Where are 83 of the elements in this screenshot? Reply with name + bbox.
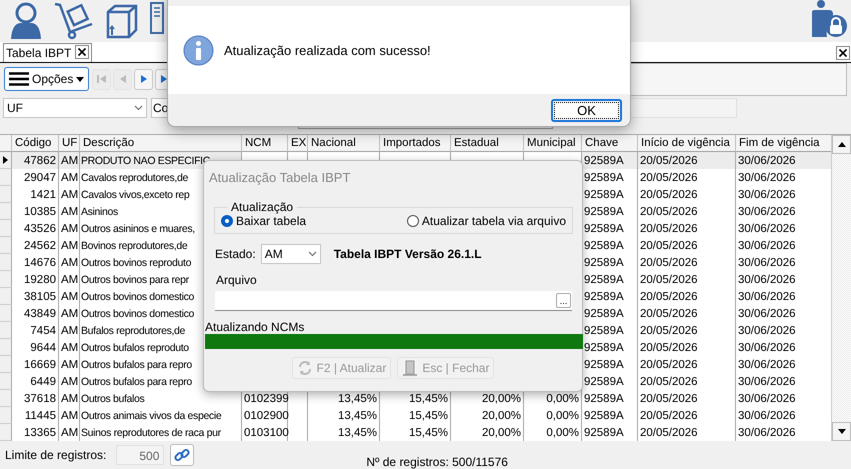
table-cell: 20/05/2026 xyxy=(638,356,736,374)
record-count: Nº de registros: 500/11576 xyxy=(366,455,508,469)
table-cell: 20/05/2026 xyxy=(638,373,736,390)
table-cell: AM xyxy=(59,169,80,186)
table-cell: 20/05/2026 xyxy=(638,322,736,340)
table-cell: 0102900 xyxy=(242,407,288,424)
state-select[interactable]: AM xyxy=(260,244,321,264)
column-header[interactable]: Importados xyxy=(380,135,451,152)
table-cell: 92589A xyxy=(582,169,638,186)
uf-select[interactable]: UF xyxy=(3,98,147,118)
column-header[interactable]: NCM xyxy=(242,135,288,152)
table-cell: 20/05/2026 xyxy=(638,390,736,408)
table-cell: 20/05/2026 xyxy=(638,288,736,306)
ok-button[interactable]: OK xyxy=(551,98,622,122)
table-cell: 92589A xyxy=(582,356,638,374)
options-button[interactable]: Opções xyxy=(4,67,90,92)
table-cell: AM xyxy=(59,186,80,204)
column-header[interactable]: Chave xyxy=(582,135,638,152)
radio-option[interactable]: Atualizar tabela via arquivo xyxy=(406,214,566,228)
version-text: Tabela IBPT Versão 26.1.L xyxy=(334,247,482,261)
table-cell: 20/05/2026 xyxy=(638,339,736,356)
table-cell: 20/05/2026 xyxy=(638,237,736,254)
table-cell: 20/05/2026 xyxy=(638,152,736,170)
column-header[interactable]: UF xyxy=(59,135,80,152)
table-cell: Suinos reprodutores de raca pur xyxy=(80,424,242,442)
table-cell: 20/05/2026 xyxy=(638,271,736,288)
message-text: Atualização realizada com sucesso! xyxy=(224,42,431,58)
table-cell: AM xyxy=(59,152,80,170)
column-header[interactable]: Fim de vigência xyxy=(736,135,832,152)
table-cell: Outros bufalos xyxy=(80,390,242,408)
table-cell: Outros animais vivos da especie xyxy=(80,407,242,424)
table-cell: 92589A xyxy=(582,339,638,356)
table-cell: 92589A xyxy=(582,186,638,204)
table-cell: 20/05/2026 xyxy=(638,407,736,424)
table-cell: AM xyxy=(59,356,80,374)
table-cell: 0103100 xyxy=(242,424,288,442)
table-cell: 20/05/2026 xyxy=(638,254,736,272)
table-cell: 92589A xyxy=(582,424,638,442)
column-header[interactable]: Municipal xyxy=(524,135,582,152)
table-cell: AM xyxy=(59,203,80,220)
table-cell: AM xyxy=(59,271,80,288)
column-header[interactable]: Estadual xyxy=(451,135,524,152)
table-cell: AM xyxy=(59,424,80,442)
table-cell: 30/06/2026 xyxy=(736,152,832,170)
table-cell: 92589A xyxy=(582,288,638,306)
limit-label: Limite de registros: xyxy=(5,448,106,462)
table-cell: AM xyxy=(59,373,80,390)
table-cell: 20/05/2026 xyxy=(638,186,736,204)
table-cell: 92589A xyxy=(582,220,638,238)
table-cell: 92589A xyxy=(582,305,638,322)
table-cell: AM xyxy=(59,305,80,322)
table-cell: AM xyxy=(59,288,80,306)
table-cell: AM xyxy=(59,339,80,356)
table-cell: 92589A xyxy=(582,390,638,408)
table-cell: AM xyxy=(59,390,80,408)
table-cell: 20/05/2026 xyxy=(638,220,736,238)
file-field[interactable]: ... xyxy=(215,291,572,311)
table-cell: 20/05/2026 xyxy=(638,305,736,322)
table-cell: 92589A xyxy=(582,152,638,170)
table-cell: AM xyxy=(59,237,80,254)
table-cell: 20/05/2026 xyxy=(638,203,736,220)
column-header[interactable]: Nacional xyxy=(308,135,380,152)
column-header[interactable]: Início de vigência xyxy=(638,135,736,152)
table-cell: 20/05/2026 xyxy=(638,169,736,186)
table-cell: 92589A xyxy=(582,203,638,220)
column-header[interactable]: EX xyxy=(288,135,308,152)
table-cell: 92589A xyxy=(582,407,638,424)
table-cell: AM xyxy=(59,254,80,272)
table-cell: 92589A xyxy=(582,254,638,272)
table-cell: AM xyxy=(59,407,80,424)
table-cell: 92589A xyxy=(582,271,638,288)
table-cell: AM xyxy=(59,322,80,340)
browse-button[interactable]: ... xyxy=(556,293,571,308)
table-cell: 47862 xyxy=(12,152,59,170)
table-cell: 92589A xyxy=(582,373,638,390)
tab[interactable]: Tabela IBPT xyxy=(3,42,92,62)
column-header[interactable]: Código xyxy=(12,135,59,152)
table-cell: 92589A xyxy=(582,322,638,340)
limit-field[interactable]: 500 xyxy=(116,445,164,466)
table-cell: 20/05/2026 xyxy=(638,424,736,442)
table-cell: AM xyxy=(59,220,80,238)
column-header[interactable]: Descrição xyxy=(80,135,242,152)
table-cell: 92589A xyxy=(582,237,638,254)
